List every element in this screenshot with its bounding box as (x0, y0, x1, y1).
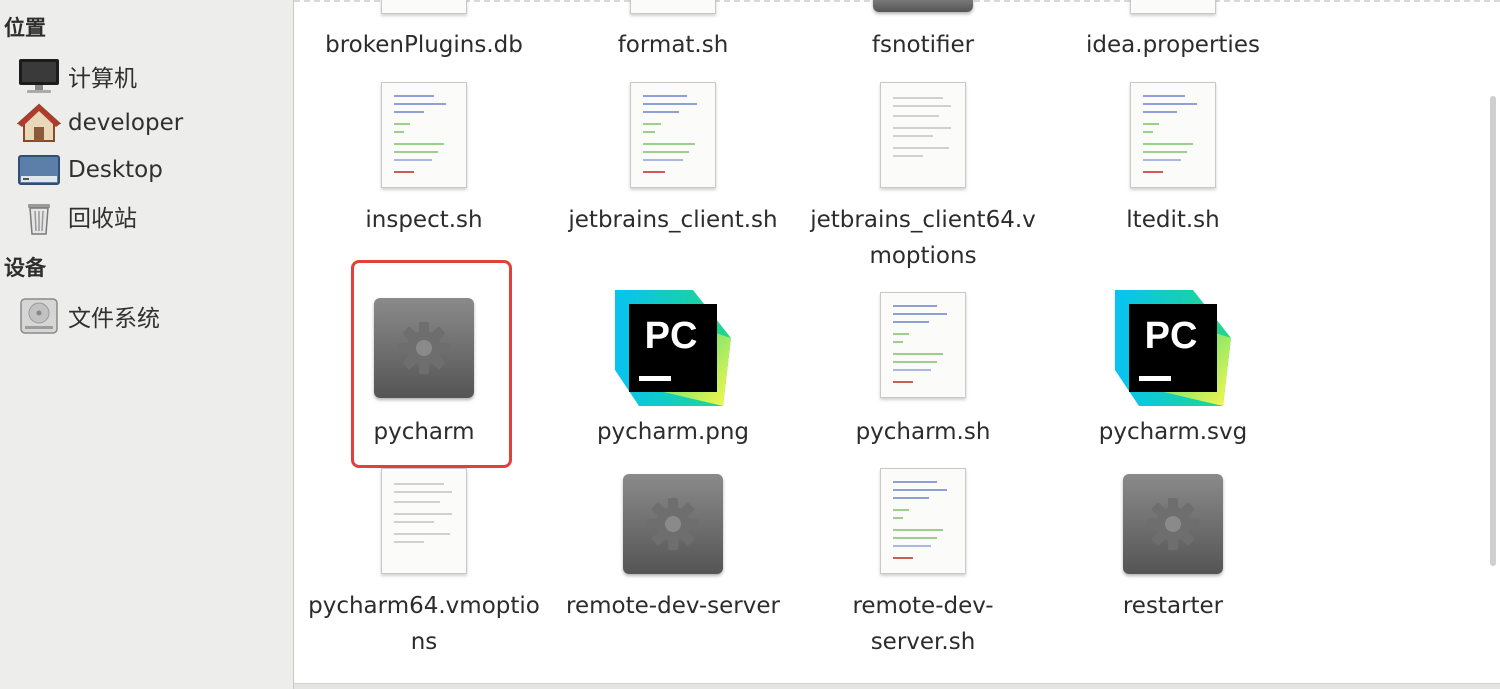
file-format-sh[interactable]: format.sh (548, 0, 798, 70)
script-file-icon (1130, 82, 1216, 188)
file-name: pycharm.png (596, 419, 750, 445)
file-brokenplugins-db[interactable]: brokenPlugins.db (299, 0, 549, 70)
file-name: restarter (1122, 593, 1224, 619)
file-idea-properties[interactable]: idea.properties (1048, 0, 1298, 70)
gear-icon (1147, 498, 1199, 550)
file-pycharm64-vmoptions[interactable]: pycharm64.vmoptio ns (299, 468, 549, 668)
file-inspect-sh[interactable]: inspect.sh (299, 80, 549, 260)
sidebar-item-trash[interactable]: 回收站 (16, 194, 281, 238)
file-pycharm-png[interactable]: PC pycharm.png (548, 290, 798, 460)
file-restarter[interactable]: restarter (1048, 468, 1298, 668)
selection-highlight (351, 260, 512, 468)
home-folder-icon (16, 103, 62, 143)
sidebar-item-developer[interactable]: developer (16, 101, 281, 145)
file-name-line2: moptions (869, 243, 977, 269)
scrollbar[interactable] (1490, 96, 1496, 566)
file-name-line1: pycharm64.vmoptio (308, 593, 540, 619)
sidebar-item-label: developer (68, 110, 184, 136)
text-file-icon (381, 468, 467, 574)
script-file-icon (630, 0, 716, 14)
script-file-icon (880, 468, 966, 574)
computer-icon (16, 56, 62, 96)
logo-text: PC (1145, 315, 1198, 357)
status-strip (294, 683, 1500, 689)
file-name: pycharm.sh (855, 419, 991, 445)
file-remote-dev-server-sh[interactable]: remote-dev- server.sh (798, 468, 1048, 668)
sidebar-item-label: 文件系统 (68, 306, 160, 332)
sidebar: 位置 计算机 developer Desktop 回收站 设备 文件系统 (0, 0, 294, 689)
file-name: remote-dev-server (566, 593, 780, 619)
file-name: pycharm.svg (1098, 419, 1248, 445)
gear-icon (647, 498, 699, 550)
drive-icon (16, 296, 62, 336)
logo-text: PC (645, 315, 698, 357)
script-file-icon (880, 292, 966, 398)
file-name: format.sh (617, 32, 729, 58)
text-file-icon (381, 0, 467, 14)
file-name: inspect.sh (365, 207, 483, 233)
file-fsnotifier[interactable]: fsnotifier (798, 0, 1048, 70)
file-ltedit-sh[interactable]: ltedit.sh (1048, 80, 1298, 260)
sidebar-item-filesystem[interactable]: 文件系统 (16, 294, 281, 338)
pycharm-logo-icon: PC (615, 290, 731, 406)
sidebar-item-desktop[interactable]: Desktop (16, 148, 281, 192)
file-jetbrains-client-sh[interactable]: jetbrains_client.sh (548, 80, 798, 260)
devices-header: 设备 (4, 256, 46, 280)
file-name-line1: remote-dev- (852, 593, 994, 619)
sidebar-item-label: 计算机 (68, 66, 137, 92)
text-file-icon (880, 82, 966, 188)
file-pycharm-svg[interactable]: PC pycharm.svg (1048, 290, 1298, 460)
pycharm-logo-icon: PC (1115, 290, 1231, 406)
sidebar-item-label: 回收站 (68, 206, 137, 232)
sidebar-item-label: Desktop (68, 157, 163, 183)
places-header: 位置 (4, 16, 46, 40)
file-jetbrains-client64-vmoptions[interactable]: jetbrains_client64.v moptions (798, 80, 1048, 269)
script-file-icon (381, 82, 467, 188)
script-file-icon (630, 82, 716, 188)
file-name: brokenPlugins.db (325, 32, 523, 58)
trash-icon (16, 196, 62, 236)
file-remote-dev-server[interactable]: remote-dev-server (548, 468, 798, 668)
file-pycharm-sh[interactable]: pycharm.sh (798, 290, 1048, 460)
file-name: idea.properties (1086, 32, 1260, 58)
executable-icon (1123, 474, 1223, 574)
file-name-line2: ns (410, 629, 438, 655)
file-name: jetbrains_client.sh (568, 207, 778, 233)
executable-icon (873, 0, 973, 12)
file-name-line2: server.sh (870, 629, 976, 655)
desktop-icon (16, 150, 62, 190)
text-file-icon (1130, 0, 1216, 14)
file-name: ltedit.sh (1126, 207, 1220, 233)
executable-icon (623, 474, 723, 574)
file-name: fsnotifier (871, 32, 975, 58)
sidebar-item-computer[interactable]: 计算机 (16, 54, 281, 98)
file-name-line1: jetbrains_client64.v (810, 207, 1036, 233)
